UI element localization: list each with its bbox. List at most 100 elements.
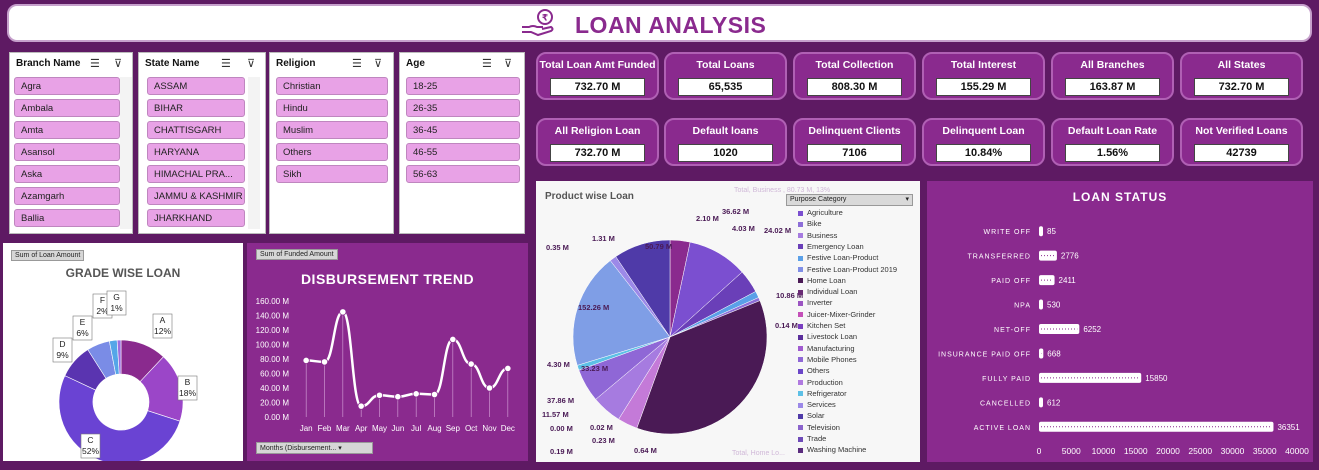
slicer-item[interactable]: 56-63 [406,165,520,183]
x-tick-label: 15000 [1124,446,1148,456]
kpi-card: All Branches 163.87 M [1051,52,1174,100]
data-label: D [59,339,65,349]
legend-swatch [798,312,803,318]
kpi-label: Not Verified Loans [1195,125,1288,137]
data-point [394,393,402,401]
slicer-item[interactable]: Asansol [14,143,120,161]
slicer-item[interactable]: HIMACHAL PRA... [147,165,245,183]
legend-swatch [798,380,803,386]
legend-label: Trade [807,434,827,443]
legend-item: Festive Loan-Product [798,253,878,262]
slicer-item[interactable]: 26-35 [406,99,520,117]
kpi-value: 163.87 M [1065,78,1160,96]
kpi-label: All Religion Loan [554,125,641,137]
multi-select-icon[interactable]: ☰ [482,57,492,70]
legend-item: Business [798,231,837,240]
slicer-state-header: State Name [145,58,200,69]
legend-label: Agriculture [807,208,843,217]
slicer-item[interactable]: Hindu [276,99,388,117]
legend-label: Festive Loan-Product [807,253,879,263]
slicer-state[interactable]: State Name ☰ ⊽ ASSAM BIHAR CHATTISGARH H… [138,52,266,234]
clear-filter-icon[interactable]: ⊽ [114,57,122,70]
category-label: CANCELLED [980,400,1031,407]
slicer-item[interactable]: 36-45 [406,121,520,139]
kpi-label: Delinquent Clients [808,125,901,137]
x-tick-label: 5000 [1062,446,1081,456]
multi-select-icon[interactable]: ☰ [90,57,100,70]
data-point [449,335,457,344]
slicer-item[interactable]: 46-55 [406,143,520,161]
slicer-item[interactable]: Muslim [276,121,388,139]
dropdown-arrow-icon: ▾ [338,445,342,452]
slicer-item[interactable]: CHATTISGARH [147,121,245,139]
grade-donut-chart: A12%B18%C52%D9%E6%F2%G1% [52,290,198,461]
slicer-item[interactable]: JAMMU & KASHMIR [147,187,245,205]
data-label: 36.62 M [722,207,749,216]
data-label: 2411 [1059,276,1077,285]
kpi-card: Default loans 1020 [664,118,787,166]
slicer-item[interactable]: Ambala [14,99,120,117]
data-label: 0.35 M [546,243,569,252]
data-label: 36351 [1277,423,1300,432]
kpi-label: Total Loans [696,59,755,71]
x-tick-label: 10000 [1092,446,1116,456]
scrollbar[interactable] [120,77,132,229]
kpi-value: 732.70 M [550,78,645,96]
slicer-item[interactable]: Ballia [14,209,120,227]
data-label: 668 [1047,349,1061,358]
slicer-item[interactable]: ASSAM [147,77,245,95]
kpi-card: Default Loan Rate 1.56% [1051,118,1174,166]
multi-select-icon[interactable]: ☰ [352,57,362,70]
slicer-item[interactable]: Agra [14,77,120,95]
category-label: INSURANCE PAID OFF [938,351,1031,358]
slicer-item[interactable]: Azamgarh [14,187,120,205]
multi-select-icon[interactable]: ☰ [221,57,231,70]
clear-filter-icon[interactable]: ⊽ [374,57,382,70]
slicer-item[interactable]: JHARKHAND [147,209,245,227]
data-label: 0.23 M [592,436,615,445]
scrollbar[interactable] [248,77,260,229]
loan-hand-icon: ₹ [522,9,554,37]
data-label: 612 [1047,398,1061,407]
legend-item: Manufacturing [798,344,855,353]
slicer-item[interactable]: BIHAR [147,99,245,117]
legend-item: Kitchen Set [798,321,845,330]
legend-swatch [798,323,803,329]
slicer-item[interactable]: Aska [14,165,120,183]
slicer-item[interactable]: Sikh [276,165,388,183]
legend-label: Kitchen Set [807,321,846,330]
slicer-item[interactable]: HARYANA [147,143,245,161]
slicer-item[interactable]: Others [276,143,388,161]
legend-label: Solar [807,411,825,421]
kpi-label: Total Interest [950,59,1017,71]
slicer-age[interactable]: Age ☰ ⊽ 18-25 26-35 36-45 46-55 56-63 [399,52,525,234]
data-label: 37.86 M [547,396,574,405]
months-filter-button[interactable]: Months (Disbursement... ▾ [256,442,373,454]
category-label: ACTIVE LOAN [974,425,1031,432]
slicer-religion-header: Religion [276,58,316,69]
kpi-label: All Branches [1080,59,1145,71]
x-tick-label: Jul [411,424,421,433]
clear-filter-icon[interactable]: ⊽ [247,57,255,70]
slicer-item[interactable]: Amta [14,121,120,139]
kpi-value: 808.30 M [807,78,902,96]
kpi-card: Delinquent Clients 7106 [793,118,916,166]
legend-label: Television [807,422,840,432]
data-label: 12% [154,326,171,336]
data-label: 0.00 M [550,424,573,433]
data-label: 6% [76,328,89,338]
legend-label: Production [807,377,843,387]
legend-item: Production [798,378,843,387]
legend-swatch [798,391,803,397]
legend-swatch [798,244,803,250]
slicer-item[interactable]: 18-25 [406,77,520,95]
x-tick-label: 30000 [1221,446,1245,456]
slicer-item[interactable]: Christian [276,77,388,95]
clear-filter-icon[interactable]: ⊽ [504,57,512,70]
product-pie-chart: 2.10 M36.62 M4.03 M 24.02 M10.86 M0.14 M0… [542,187,830,457]
slicer-religion[interactable]: Religion ☰ ⊽ Christian Hindu Muslim Othe… [269,52,394,234]
data-label: 0.02 M [590,423,613,432]
slicer-branch[interactable]: Branch Name ☰ ⊽ Agra Ambala Amta Asansol… [9,52,133,234]
grade-panel: Sum of Loan Amount GRADE WISE LOAN A 12% B… [3,243,243,461]
data-point [320,358,329,366]
